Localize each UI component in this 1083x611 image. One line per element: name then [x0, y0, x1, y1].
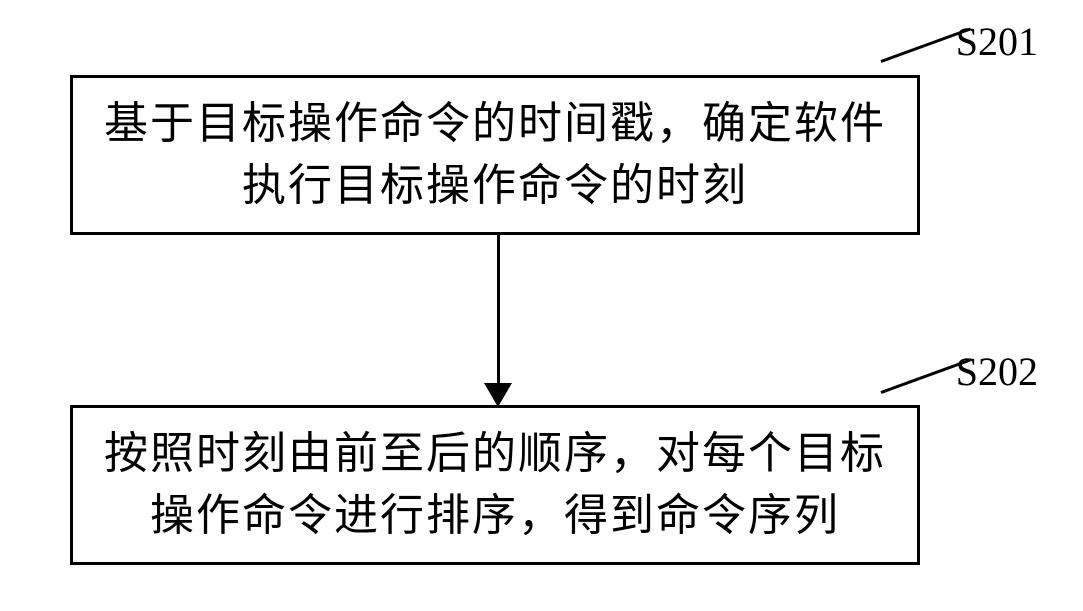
step-2-text: 按照时刻由前至后的顺序，对每个目标操作命令进行排序，得到命令序列 [103, 423, 887, 546]
arrow-line [497, 235, 500, 390]
step-label-2: S202 [956, 348, 1038, 395]
flow-arrow [490, 235, 510, 405]
flowchart-step-1: 基于目标操作命令的时间戳，确定软件执行目标操作命令的时刻 [70, 75, 920, 235]
step-1-text: 基于目标操作命令的时间戳，确定软件执行目标操作命令的时刻 [103, 93, 887, 216]
flowchart-container: S201 基于目标操作命令的时间戳，确定软件执行目标操作命令的时刻 S202 按… [0, 0, 1083, 611]
flowchart-step-2: 按照时刻由前至后的顺序，对每个目标操作命令进行排序，得到命令序列 [70, 405, 920, 565]
step-label-1: S201 [956, 18, 1038, 65]
arrow-head-icon [484, 383, 512, 407]
